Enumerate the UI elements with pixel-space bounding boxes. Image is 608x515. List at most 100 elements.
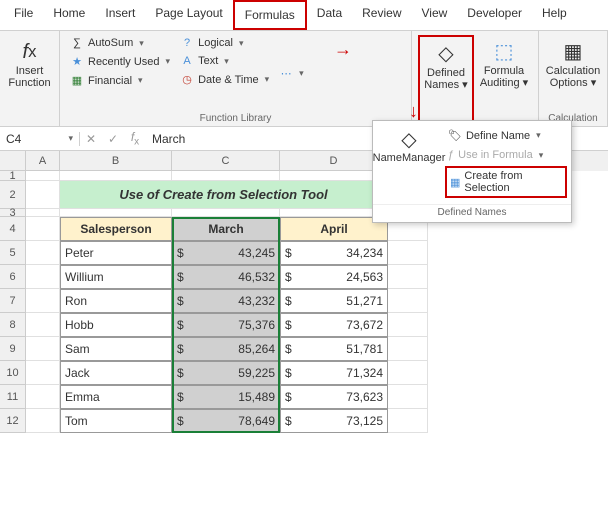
cell-name[interactable]: Emma bbox=[60, 385, 172, 409]
title-cell[interactable]: Use of Create from Selection Tool bbox=[60, 181, 388, 209]
cell[interactable] bbox=[388, 265, 428, 289]
cell[interactable] bbox=[60, 171, 172, 181]
cell-name[interactable]: Hobb bbox=[60, 313, 172, 337]
cancel-formula-button[interactable]: ✕ bbox=[80, 132, 102, 146]
logical-button[interactable]: ?Logical▾ bbox=[176, 35, 273, 51]
cell[interactable] bbox=[388, 241, 428, 265]
cell-march[interactable]: $85,264 bbox=[172, 337, 280, 361]
recently-used-button[interactable]: ★Recently Used▾ bbox=[66, 53, 174, 70]
define-name-item[interactable]: 🏷Define Name▾ bbox=[445, 127, 567, 144]
row-header-11[interactable]: 11 bbox=[0, 385, 26, 409]
create-from-selection-item[interactable]: ▦Create from Selection bbox=[445, 166, 567, 198]
cell[interactable] bbox=[26, 265, 60, 289]
cell-name[interactable]: Tom bbox=[60, 409, 172, 433]
cell-name[interactable]: Jack bbox=[60, 361, 172, 385]
menu-page-layout[interactable]: Page Layout bbox=[145, 0, 232, 30]
chevron-down-icon: ▾ bbox=[68, 133, 73, 144]
cell-april[interactable]: $51,271 bbox=[280, 289, 388, 313]
menu-insert[interactable]: Insert bbox=[95, 0, 145, 30]
insert-function-button[interactable]: fx InsertFunction bbox=[6, 35, 53, 124]
defined-names-popup: ◇ NameManager 🏷Define Name▾ ƒUse in Form… bbox=[372, 120, 572, 223]
cell-april[interactable]: $24,563 bbox=[280, 265, 388, 289]
column-header-a[interactable]: A bbox=[26, 151, 60, 171]
column-header-c[interactable]: C bbox=[172, 151, 280, 171]
cell-april[interactable]: $71,324 bbox=[280, 361, 388, 385]
cell[interactable] bbox=[26, 181, 60, 209]
cell-name[interactable]: Peter bbox=[60, 241, 172, 265]
cell[interactable] bbox=[60, 209, 172, 217]
cell-april[interactable]: $73,672 bbox=[280, 313, 388, 337]
cell[interactable] bbox=[26, 241, 60, 265]
menu-view[interactable]: View bbox=[412, 0, 458, 30]
name-box[interactable]: C4▾ bbox=[0, 132, 80, 146]
cell-name[interactable]: Sam bbox=[60, 337, 172, 361]
cell[interactable] bbox=[26, 361, 60, 385]
cell[interactable] bbox=[388, 361, 428, 385]
menu-developer[interactable]: Developer bbox=[457, 0, 532, 30]
cell[interactable] bbox=[388, 313, 428, 337]
more-functions-button[interactable]: ⋯▾ bbox=[275, 65, 308, 82]
row-header-12[interactable]: 12 bbox=[0, 409, 26, 433]
menu-help[interactable]: Help bbox=[532, 0, 577, 30]
cell[interactable] bbox=[26, 209, 60, 217]
cell-april[interactable]: $73,125 bbox=[280, 409, 388, 433]
name-manager-button[interactable]: ◇ NameManager bbox=[377, 127, 441, 198]
chevron-down-icon: ▾ bbox=[239, 38, 244, 49]
row-header-9[interactable]: 9 bbox=[0, 337, 26, 361]
formula-auditing-button[interactable]: ⬚ FormulaAuditing ▾ bbox=[476, 35, 532, 124]
row-header-7[interactable]: 7 bbox=[0, 289, 26, 313]
row-header-5[interactable]: 5 bbox=[0, 241, 26, 265]
header-march[interactable]: March bbox=[172, 217, 280, 241]
cell-april[interactable]: $34,234 bbox=[280, 241, 388, 265]
worksheet[interactable]: Use of Create from Selection Tool Salespe… bbox=[26, 171, 428, 433]
cell[interactable] bbox=[26, 409, 60, 433]
cell-april[interactable]: $73,623 bbox=[280, 385, 388, 409]
cell[interactable] bbox=[388, 289, 428, 313]
cell[interactable] bbox=[26, 217, 60, 241]
row-header-8[interactable]: 8 bbox=[0, 313, 26, 337]
cell-march[interactable]: $43,245 bbox=[172, 241, 280, 265]
menu-formulas[interactable]: Formulas bbox=[233, 0, 307, 30]
cell-name[interactable]: Ron bbox=[60, 289, 172, 313]
calculation-options-button[interactable]: ▦ CalculationOptions ▾ bbox=[545, 35, 601, 111]
cell-march[interactable]: $46,532 bbox=[172, 265, 280, 289]
menu-review[interactable]: Review bbox=[352, 0, 411, 30]
header-salesperson[interactable]: Salesperson bbox=[60, 217, 172, 241]
row-header-1[interactable]: 1 bbox=[0, 171, 26, 181]
cell[interactable] bbox=[388, 409, 428, 433]
menu-home[interactable]: Home bbox=[43, 0, 95, 30]
cell[interactable] bbox=[388, 385, 428, 409]
cell-april[interactable]: $51,781 bbox=[280, 337, 388, 361]
fx-button[interactable]: fx bbox=[124, 130, 146, 147]
row-header-3[interactable]: 3 bbox=[0, 209, 26, 217]
cell-march[interactable]: $59,225 bbox=[172, 361, 280, 385]
column-header-b[interactable]: B bbox=[60, 151, 172, 171]
cell-march[interactable]: $78,649 bbox=[172, 409, 280, 433]
text-button[interactable]: AText▾ bbox=[176, 53, 273, 69]
enter-formula-button[interactable]: ✓ bbox=[102, 132, 124, 146]
cell[interactable] bbox=[26, 385, 60, 409]
autosum-button[interactable]: ∑AutoSum▾ bbox=[66, 35, 174, 51]
cell[interactable] bbox=[388, 337, 428, 361]
cell[interactable] bbox=[172, 209, 280, 217]
cell[interactable] bbox=[172, 171, 280, 181]
defined-names-button[interactable]: ◇ DefinedNames ▾ bbox=[418, 35, 474, 124]
row-header-4[interactable]: 4 bbox=[0, 217, 26, 241]
date-time-button[interactable]: ◷Date & Time▾ bbox=[176, 71, 273, 88]
row-header-10[interactable]: 10 bbox=[0, 361, 26, 385]
defined-names-label: DefinedNames ▾ bbox=[424, 67, 467, 91]
cell[interactable] bbox=[26, 289, 60, 313]
cell[interactable] bbox=[26, 313, 60, 337]
cell-march[interactable]: $43,232 bbox=[172, 289, 280, 313]
menu-file[interactable]: File bbox=[4, 0, 43, 30]
cell[interactable] bbox=[26, 171, 60, 181]
cell[interactable] bbox=[26, 337, 60, 361]
select-all-corner[interactable] bbox=[0, 151, 26, 171]
row-header-6[interactable]: 6 bbox=[0, 265, 26, 289]
cell-march[interactable]: $75,376 bbox=[172, 313, 280, 337]
cell-march[interactable]: $15,489 bbox=[172, 385, 280, 409]
cell-name[interactable]: Willium bbox=[60, 265, 172, 289]
financial-button[interactable]: ▦Financial▾ bbox=[66, 72, 174, 89]
menu-data[interactable]: Data bbox=[307, 0, 352, 30]
row-header-2[interactable]: 2 bbox=[0, 181, 26, 209]
